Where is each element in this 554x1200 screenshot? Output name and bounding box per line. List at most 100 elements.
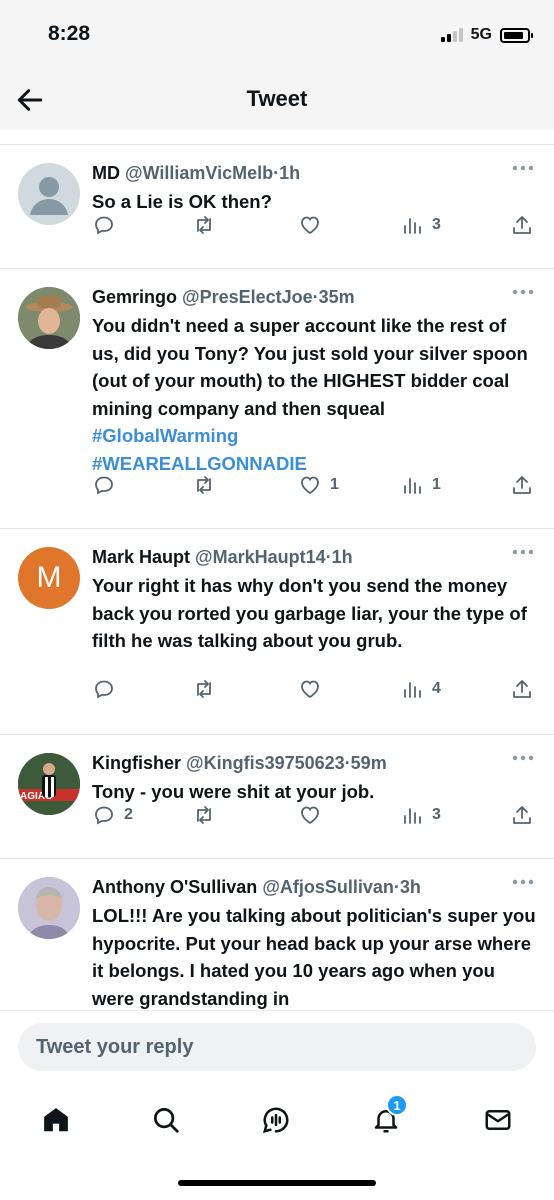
tweet-content: Kingfisher @Kingfis39750623·59m Tony - y… <box>92 751 536 806</box>
author-name[interactable]: Kingfisher <box>92 753 181 773</box>
tweet-header: MD @WilliamVicMelb·1h <box>92 161 536 185</box>
views-icon <box>404 682 421 698</box>
spaces-icon <box>262 1107 289 1134</box>
tweet-time: 3h <box>399 877 421 897</box>
retweet-button[interactable] <box>192 677 224 701</box>
tweet-text-body: You didn't need a super account like the… <box>92 315 528 419</box>
avatar-default[interactable] <box>18 163 80 225</box>
retweet-icon <box>197 216 211 234</box>
author-name[interactable]: Mark Haupt <box>92 547 190 567</box>
like-button[interactable]: 1 <box>298 473 339 497</box>
views-icon <box>404 478 421 494</box>
retweet-icon <box>197 680 211 698</box>
tweet-text: LOL!!! Are you talking about politician'… <box>92 905 536 1009</box>
reply-button[interactable] <box>92 213 124 237</box>
heart-icon <box>301 476 319 495</box>
retweet-button[interactable] <box>192 213 224 237</box>
replies-feed[interactable]: MD @WilliamVicMelb·1h So a Lie is OK the… <box>0 144 554 1010</box>
tweet-text: Tony - you were shit at your job. <box>92 781 375 802</box>
like-button[interactable] <box>298 677 330 701</box>
like-count: 1 <box>330 476 339 493</box>
tweet-item[interactable]: M Mark Haupt @MarkHaupt14·1h Your right … <box>0 529 554 735</box>
status-time: 8:28 <box>48 22 91 45</box>
share-icon <box>513 680 531 698</box>
more-options-icon[interactable] <box>512 755 534 761</box>
tweet-header: Anthony O'Sullivan @AfjosSullivan·3h <box>92 875 536 899</box>
views-button[interactable]: 3 <box>400 213 441 237</box>
retweet-icon <box>197 476 211 494</box>
nav-header: Tweet <box>0 70 554 130</box>
more-options-icon[interactable] <box>512 289 534 295</box>
heart-icon <box>301 806 319 825</box>
share-icon <box>513 216 531 234</box>
mail-icon <box>485 1110 511 1130</box>
share-button[interactable] <box>510 473 534 497</box>
author-name[interactable]: Anthony O'Sullivan <box>92 877 257 897</box>
author-handle[interactable]: @PresElectJoe <box>182 287 313 307</box>
retweet-button[interactable] <box>192 803 224 827</box>
search-icon <box>154 1108 179 1133</box>
views-button[interactable]: 4 <box>400 677 441 701</box>
author-name[interactable]: MD <box>92 163 120 183</box>
views-icon <box>404 218 421 234</box>
author-handle[interactable]: @WilliamVicMelb <box>125 163 273 183</box>
tweet-content: Mark Haupt @MarkHaupt14·1h Your right it… <box>92 545 536 655</box>
author-handle[interactable]: @MarkHaupt14 <box>195 547 326 567</box>
tweet-text: So a Lie is OK then? <box>92 191 272 212</box>
share-button[interactable] <box>510 213 534 237</box>
share-button[interactable] <box>510 803 534 827</box>
reply-button[interactable] <box>92 677 124 701</box>
tweet-item[interactable]: MD @WilliamVicMelb·1h So a Lie is OK the… <box>0 145 554 269</box>
tweet-content: Anthony O'Sullivan @AfjosSullivan·3h LOL… <box>92 875 536 1010</box>
share-button[interactable] <box>510 677 534 701</box>
like-button[interactable] <box>298 803 330 827</box>
tweet-time: 35m <box>318 287 355 307</box>
more-options-icon[interactable] <box>512 879 534 885</box>
tab-search[interactable] <box>146 1100 186 1140</box>
tweet-header: Gemringo @PresElectJoe·35m <box>92 285 536 309</box>
tab-home[interactable] <box>36 1100 76 1140</box>
battery-icon <box>500 27 533 43</box>
home-icon <box>44 1108 68 1132</box>
notifications-badge: 1 <box>386 1094 408 1116</box>
views-count: 3 <box>432 216 441 233</box>
avatar-letter[interactable]: M <box>18 547 80 609</box>
status-indicators: 5G <box>440 26 533 44</box>
signal-icon <box>440 28 463 42</box>
tweet-time: 1h <box>279 163 301 183</box>
avatar-photo[interactable] <box>18 287 80 349</box>
default-avatar-icon <box>30 177 68 215</box>
tweet-item[interactable]: AGIAG Kingfisher @Kingfis39750623·59m To… <box>0 735 554 859</box>
avatar-photo[interactable]: AGIAG <box>18 753 80 815</box>
tweet-item[interactable]: Gemringo @PresElectJoe·35m You didn't ne… <box>0 269 554 529</box>
retweet-icon <box>197 806 211 824</box>
share-icon <box>513 806 531 824</box>
tweet-header: Kingfisher @Kingfis39750623·59m <box>92 751 536 775</box>
views-button[interactable]: 3 <box>400 803 441 827</box>
tab-spaces[interactable] <box>256 1100 296 1140</box>
tweet-item[interactable]: Anthony O'Sullivan @AfjosSullivan·3h LOL… <box>0 859 554 1010</box>
reply-count: 2 <box>124 806 133 823</box>
user-photo-football-icon: AGIAG <box>18 753 80 815</box>
author-handle[interactable]: @AfjosSullivan <box>262 877 394 897</box>
tab-messages[interactable] <box>478 1100 518 1140</box>
views-count: 1 <box>432 476 441 493</box>
views-button[interactable]: 1 <box>400 473 441 497</box>
tab-notifications[interactable]: 1 <box>366 1094 408 1140</box>
status-bar: 8:28 5G <box>0 0 554 70</box>
views-count: 3 <box>432 806 441 823</box>
tweet-time: 1h <box>331 547 353 567</box>
more-options-icon[interactable] <box>512 549 534 555</box>
reply-button[interactable] <box>92 473 124 497</box>
like-button[interactable] <box>298 213 330 237</box>
retweet-button[interactable] <box>192 473 224 497</box>
views-count: 4 <box>432 680 441 697</box>
author-handle[interactable]: @Kingfis39750623 <box>186 753 345 773</box>
hashtag-link[interactable]: #WEAREALLGONNADIE <box>92 453 307 474</box>
more-options-icon[interactable] <box>512 165 534 171</box>
author-name[interactable]: Gemringo <box>92 287 177 307</box>
avatar-photo[interactable] <box>18 877 80 939</box>
hashtag-link[interactable]: #GlobalWarming <box>92 425 238 446</box>
reply-input[interactable] <box>18 1023 536 1071</box>
reply-button[interactable]: 2 <box>92 803 133 827</box>
